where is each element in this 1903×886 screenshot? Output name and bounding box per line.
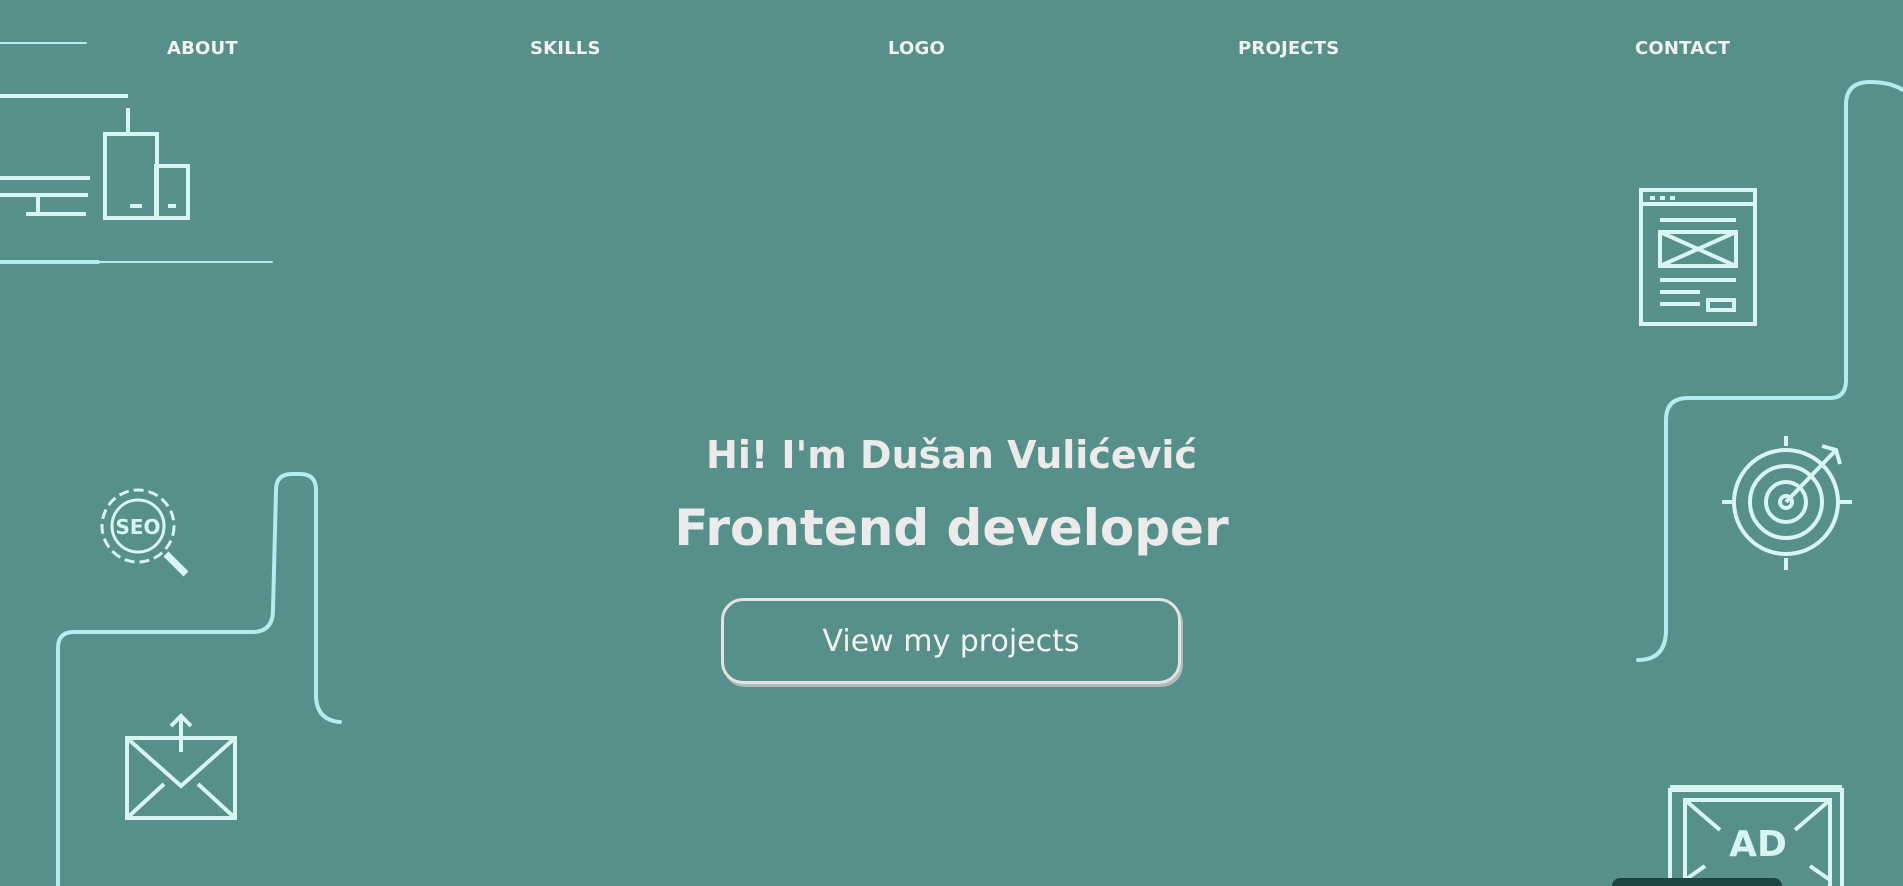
devices-icon bbox=[0, 94, 190, 220]
bottom-tab bbox=[1612, 878, 1782, 886]
hero-page: SEO AD ABOUT SKILLS LOGO PROJECTS CONTAC… bbox=[0, 0, 1903, 886]
nav-logo[interactable]: LOGO bbox=[888, 38, 945, 59]
nav-contact[interactable]: CONTACT bbox=[1635, 38, 1730, 59]
mail-send-icon bbox=[125, 713, 237, 820]
nav-skills[interactable]: SKILLS bbox=[530, 38, 601, 59]
view-projects-button[interactable]: View my projects bbox=[721, 598, 1181, 684]
webpage-layout-icon bbox=[1639, 188, 1757, 326]
ad-icon-text: AD bbox=[1729, 824, 1787, 865]
nav-about[interactable]: ABOUT bbox=[167, 38, 238, 59]
nav-projects[interactable]: PROJECTS bbox=[1238, 38, 1339, 59]
ad-banner-icon: AD bbox=[1668, 785, 1844, 886]
hero-section: Hi! I'm Dušan Vulićević Frontend develop… bbox=[0, 430, 1903, 558]
hero-role: Frontend developer bbox=[674, 499, 1229, 557]
hero-greeting: Hi! I'm Dušan Vulićević bbox=[706, 433, 1197, 477]
main-nav: ABOUT SKILLS LOGO PROJECTS CONTACT bbox=[0, 0, 1903, 100]
